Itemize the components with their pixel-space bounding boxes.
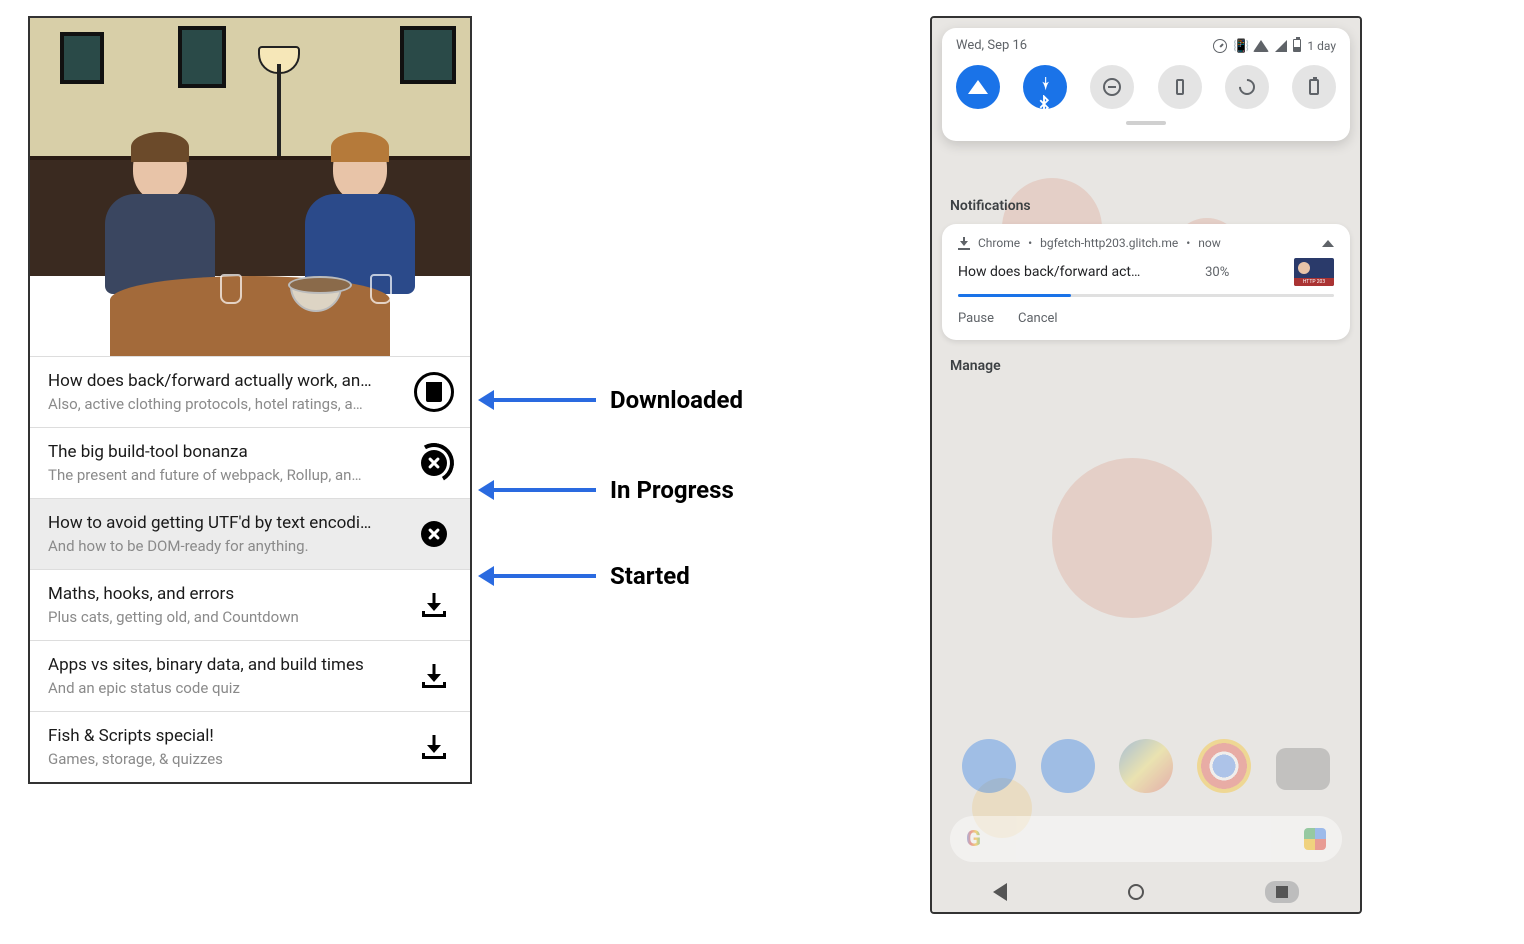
notification-title: How does back/forward act…	[958, 264, 1140, 280]
chrome-app-icon[interactable]	[1197, 739, 1251, 793]
episode-title: How to avoid getting UTF'd by text encod…	[48, 513, 402, 533]
notification-percent: 30%	[1205, 265, 1229, 280]
download-button[interactable]	[414, 585, 454, 625]
wifi-status-icon	[1253, 40, 1269, 52]
episode-title: Maths, hooks, and errors	[48, 584, 402, 604]
download-icon	[422, 664, 446, 688]
notification-app: Chrome	[978, 236, 1020, 250]
bluetooth-tile[interactable]	[1023, 65, 1067, 109]
episode-subtitle: And an epic status code quiz	[48, 679, 402, 697]
arrow-icon	[492, 574, 596, 578]
separator: •	[1028, 236, 1032, 250]
system-nav-bar	[932, 872, 1360, 912]
battery-icon	[1293, 39, 1301, 52]
status-icons: 📳 1 day	[1213, 39, 1336, 53]
cancel-icon	[421, 450, 447, 476]
flashlight-icon	[1176, 79, 1184, 95]
bluetooth-icon	[1035, 77, 1055, 97]
battery_saver-icon	[1309, 79, 1319, 95]
separator: •	[1186, 236, 1190, 250]
episode-subtitle: The present and future of webpack, Rollu…	[48, 466, 402, 484]
cancel-icon	[421, 521, 447, 547]
episode-subtitle: And how to be DOM-ready for anything.	[48, 537, 402, 555]
episode-item[interactable]: Maths, hooks, and errors Plus cats, getti…	[30, 569, 470, 640]
notifications-header: Notifications	[950, 198, 1342, 214]
camera-app-icon[interactable]	[1276, 748, 1330, 790]
status-date: Wed, Sep 16	[956, 38, 1027, 53]
nav-back-button[interactable]	[993, 883, 1007, 901]
download-button[interactable]	[414, 656, 454, 696]
episode-hero-image	[30, 18, 470, 356]
episode-list: How does back/forward actually work, an……	[30, 356, 470, 782]
auto-rotate-tile[interactable]	[1225, 65, 1269, 109]
episode-title: Fish & Scripts special!	[48, 726, 402, 746]
arrow-icon	[492, 488, 596, 492]
notifications-section: Notifications Chrome • bgfetch-http203.g…	[942, 198, 1350, 374]
episode-subtitle: Also, active clothing protocols, hotel r…	[48, 395, 402, 413]
cancel-download-button[interactable]	[414, 514, 454, 554]
download-notification[interactable]: Chrome • bgfetch-http203.glitch.me • now…	[942, 224, 1350, 340]
home-dock	[950, 730, 1342, 802]
annotation-started: Started	[492, 562, 690, 590]
download-icon	[422, 593, 446, 617]
cell-signal-icon	[1275, 40, 1287, 52]
cancel-download-button[interactable]	[414, 443, 454, 483]
play-store-icon[interactable]	[1119, 739, 1173, 793]
episode-item[interactable]: The big build-tool bonanza The present an…	[30, 427, 470, 498]
episode-item[interactable]: Apps vs sites, binary data, and build ti…	[30, 640, 470, 711]
notification-source: bgfetch-http203.glitch.me	[1040, 236, 1178, 250]
alarm-icon	[1213, 39, 1227, 53]
annotation-label: Downloaded	[610, 386, 743, 414]
pause-button[interactable]: Pause	[958, 311, 994, 326]
vibrate-icon: 📳	[1233, 39, 1247, 53]
download-icon	[422, 735, 446, 759]
notification-thumbnail	[1294, 258, 1334, 286]
episode-item[interactable]: How to avoid getting UTF'd by text encod…	[30, 498, 470, 569]
notification-time: now	[1198, 236, 1221, 250]
progress-fill	[958, 294, 1071, 297]
wifi-icon	[968, 80, 988, 94]
collapse-icon[interactable]	[1322, 240, 1334, 247]
download-icon	[958, 237, 970, 249]
google-logo-icon: G	[966, 827, 981, 852]
messages-app-icon[interactable]	[1041, 739, 1095, 793]
nav-recent-button[interactable]	[1265, 881, 1299, 903]
battery-saver-tile[interactable]	[1292, 65, 1336, 109]
phone-app-icon[interactable]	[962, 739, 1016, 793]
google-search-bar[interactable]: G	[950, 816, 1342, 862]
flashlight-tile[interactable]	[1158, 65, 1202, 109]
quick-settings-row	[956, 65, 1336, 109]
annotation-in-progress: In Progress	[492, 476, 734, 504]
auto_rotate-icon	[1235, 76, 1258, 99]
annotation-label: In Progress	[610, 476, 734, 504]
manage-notifications-button[interactable]: Manage	[950, 358, 1342, 374]
episode-item[interactable]: How does back/forward actually work, an……	[30, 356, 470, 427]
battery-text: 1 day	[1307, 39, 1336, 53]
quick-settings-panel: Wed, Sep 16 📳 1 day	[942, 28, 1350, 141]
nav-home-button[interactable]	[1128, 884, 1144, 900]
download-progress-bar	[958, 294, 1334, 297]
episode-subtitle: Plus cats, getting old, and Countdown	[48, 608, 402, 626]
panel-drag-handle[interactable]	[1126, 121, 1166, 125]
dnd-icon	[1103, 78, 1121, 96]
do-not-disturb-tile[interactable]	[1090, 65, 1134, 109]
episode-title: The big build-tool bonanza	[48, 442, 402, 462]
progress-spinner-icon	[414, 443, 454, 483]
episode-title: How does back/forward actually work, an…	[48, 371, 402, 391]
download-button[interactable]	[414, 727, 454, 767]
trash-icon	[414, 372, 454, 412]
annotation-label: Started	[610, 562, 690, 590]
arrow-icon	[492, 398, 596, 402]
episode-list-panel: How does back/forward actually work, an……	[28, 16, 472, 784]
episode-title: Apps vs sites, binary data, and build ti…	[48, 655, 402, 675]
episode-subtitle: Games, storage, & quizzes	[48, 750, 402, 768]
assistant-icon[interactable]	[1304, 828, 1326, 850]
wifi-tile[interactable]	[956, 65, 1000, 109]
delete-download-button[interactable]	[414, 372, 454, 412]
annotation-downloaded: Downloaded	[492, 386, 743, 414]
episode-item[interactable]: Fish & Scripts special! Games, storage, &…	[30, 711, 470, 782]
android-phone-frame: G Wed, Sep 16 📳 1 day Notifications	[930, 16, 1362, 914]
cancel-button[interactable]: Cancel	[1018, 311, 1058, 326]
